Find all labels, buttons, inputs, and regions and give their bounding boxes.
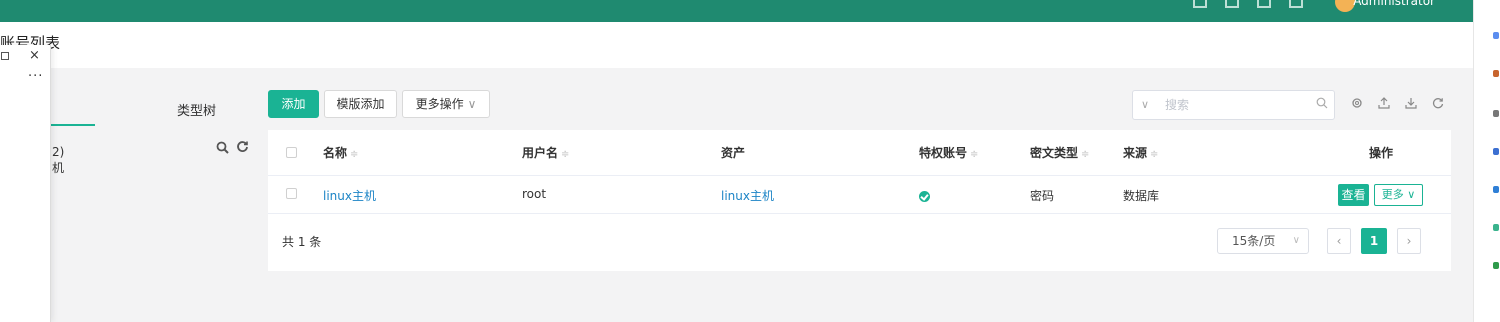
strip-icon-4[interactable] xyxy=(1493,148,1499,155)
chevron-down-icon: ∨ xyxy=(467,97,477,111)
strip-icon-1[interactable] xyxy=(1493,32,1499,39)
strip-icon-5[interactable] xyxy=(1493,186,1499,193)
column-header-actions: 操作 xyxy=(1369,146,1394,160)
title-bar: 账号列表 xyxy=(0,22,1473,68)
check-circle-icon xyxy=(919,191,930,202)
more-dropdown-button[interactable]: 更多 ∨ xyxy=(1374,184,1423,206)
refresh-icon[interactable] xyxy=(1432,97,1444,112)
cell-source: 数据库 xyxy=(1123,189,1160,203)
column-header-source[interactable]: 来源 ≑ xyxy=(1123,144,1158,161)
page-1-button[interactable]: 1 xyxy=(1361,228,1387,254)
tab-type-tree[interactable]: 类型树 xyxy=(177,100,216,119)
total-count: 共 1 条 xyxy=(282,235,322,249)
column-header-asset: 资产 xyxy=(721,146,746,160)
help-icon[interactable] xyxy=(1289,0,1303,8)
more-label: 更多 xyxy=(1381,188,1404,201)
column-header-name[interactable]: 名称 ≑ xyxy=(323,144,358,161)
column-header-username[interactable]: 用户名 ≑ xyxy=(522,144,569,161)
top-navbar: Administrator xyxy=(0,0,1473,22)
more-icon[interactable]: ··· xyxy=(28,69,43,84)
chevron-down-icon: ∨ xyxy=(1292,235,1300,246)
strip-icon-2[interactable] xyxy=(1493,70,1499,77)
tree-search-icon[interactable] xyxy=(216,141,229,158)
search-icon[interactable] xyxy=(1316,97,1328,113)
account-table-card: 名称 ≑ 用户名 ≑ 资产 特权账号 ≑ 密文类型 ≑ 来源 ≑ 操作 linux主机 r… xyxy=(268,130,1451,271)
notification-icon[interactable] xyxy=(1193,0,1207,8)
avatar[interactable] xyxy=(1335,0,1355,12)
row-divider xyxy=(268,213,1451,214)
settings-icon[interactable] xyxy=(1351,97,1363,112)
floating-window: × ··· xyxy=(0,45,51,322)
chevron-down-icon: ∨ xyxy=(1403,188,1416,201)
sort-icon: ≑ xyxy=(350,149,359,160)
column-header-privileged[interactable]: 特权账号 ≑ xyxy=(919,144,978,161)
sort-icon: ≑ xyxy=(1150,149,1159,160)
cell-secret-type: 密码 xyxy=(1030,189,1055,203)
next-page-button[interactable]: › xyxy=(1397,228,1421,254)
view-button[interactable]: 查看 xyxy=(1338,184,1369,206)
chevron-down-icon[interactable]: ∨ xyxy=(1141,98,1149,111)
cell-name-link[interactable]: linux主机 xyxy=(323,187,376,204)
tree-refresh-icon[interactable] xyxy=(236,140,249,157)
sort-icon: ≑ xyxy=(970,149,979,160)
username-label[interactable]: Administrator xyxy=(1353,0,1435,8)
language-icon[interactable] xyxy=(1257,0,1271,8)
more-actions-dropdown[interactable]: 更多操作 ∨ xyxy=(402,90,490,118)
prev-page-button[interactable]: ‹ xyxy=(1327,228,1351,254)
cell-username: root xyxy=(522,187,547,201)
tree-node-label[interactable]: 机 xyxy=(52,159,64,176)
select-all-checkbox[interactable] xyxy=(286,147,297,158)
header-divider xyxy=(268,175,1451,176)
upload-icon[interactable] xyxy=(1378,97,1390,112)
cell-asset-link[interactable]: linux主机 xyxy=(721,187,774,204)
sort-icon: ≑ xyxy=(1081,149,1090,160)
page-size-value: 15条/页 xyxy=(1232,234,1276,248)
restore-icon[interactable] xyxy=(1,52,9,60)
search-box[interactable]: ∨ xyxy=(1132,90,1335,120)
column-header-secret-type[interactable]: 密文类型 ≑ xyxy=(1030,144,1089,161)
topbar-icons xyxy=(1193,0,1303,8)
strip-icon-3[interactable] xyxy=(1493,110,1499,117)
sort-icon: ≑ xyxy=(561,149,570,160)
strip-icon-6[interactable] xyxy=(1493,224,1499,231)
download-icon[interactable] xyxy=(1405,97,1417,112)
strip-icon-7[interactable] xyxy=(1493,262,1499,269)
row-checkbox[interactable] xyxy=(286,188,297,199)
add-button[interactable]: 添加 xyxy=(268,90,319,118)
more-actions-label: 更多操作 xyxy=(415,97,464,111)
tree-node-count[interactable]: 2) xyxy=(52,145,64,159)
close-icon[interactable]: × xyxy=(29,48,40,63)
right-side-strip xyxy=(1473,0,1500,322)
search-input[interactable] xyxy=(1165,96,1305,114)
message-icon[interactable] xyxy=(1225,0,1239,8)
page-size-select[interactable]: 15条/页 ∨ xyxy=(1217,228,1309,254)
template-add-button[interactable]: 模版添加 xyxy=(324,90,397,118)
